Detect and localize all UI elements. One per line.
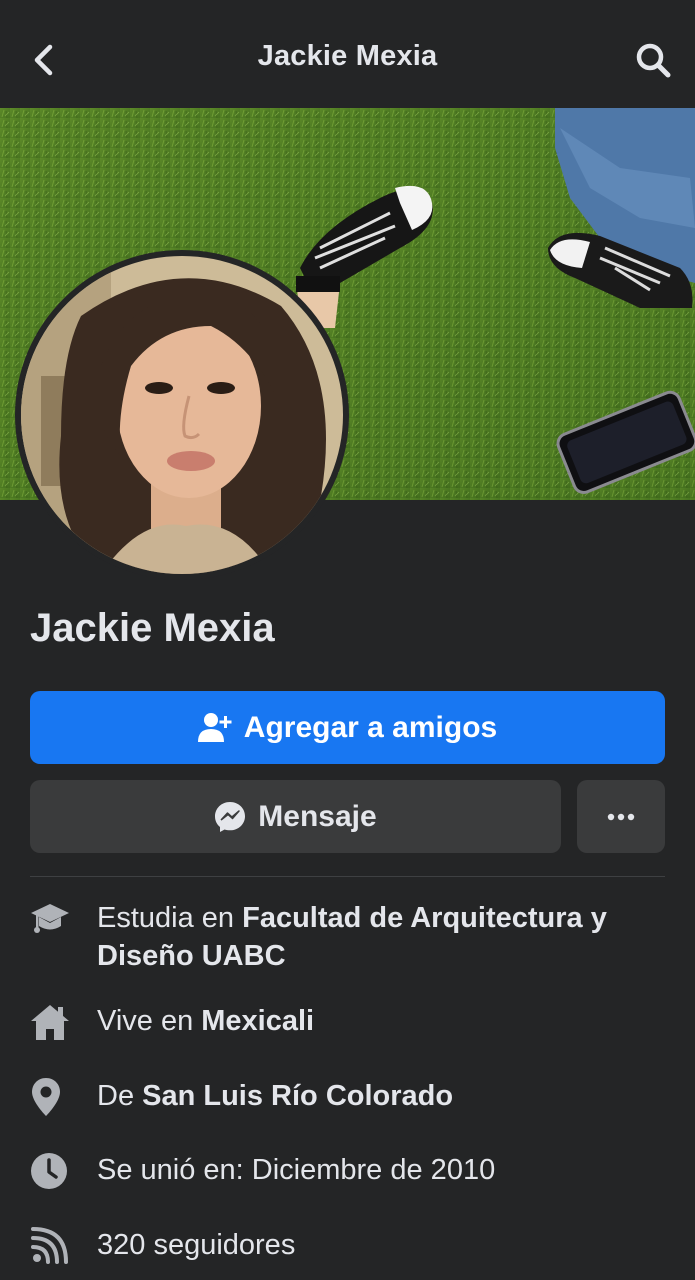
message-button[interactable]: Mensaje [30, 780, 561, 853]
add-friend-icon [197, 712, 232, 742]
add-friend-button[interactable]: Agregar a amigos [30, 691, 665, 764]
graduation-cap-icon [31, 904, 69, 933]
residence-link[interactable]: Mexicali [201, 1005, 314, 1037]
detail-followers[interactable]: 320 seguidores [30, 1226, 670, 1266]
more-options-button[interactable] [577, 780, 665, 853]
more-horizontal-icon [607, 813, 635, 820]
followers-text: 320 seguidores [97, 1229, 296, 1261]
search-icon [636, 43, 671, 78]
messenger-icon [215, 801, 246, 832]
profile-name: Jackie Mexia [30, 606, 275, 650]
add-friend-label: Agregar a amigos [243, 710, 498, 744]
divider [30, 876, 665, 877]
joined-text: Se unió en: Diciembre de 2010 [97, 1154, 496, 1186]
followers-icon [31, 1227, 68, 1264]
detail-residence: Vive en Mexicali [30, 1002, 670, 1042]
search-button[interactable] [629, 36, 677, 84]
hometown-text: De San Luis Río Colorado [97, 1080, 454, 1112]
detail-hometown: De San Luis Río Colorado [30, 1077, 670, 1117]
detail-joined: Se unió en: Diciembre de 2010 [30, 1151, 670, 1191]
hometown-link[interactable]: San Luis Río Colorado [142, 1080, 453, 1112]
home-icon [31, 1005, 69, 1040]
page-title: Jackie Mexia [257, 40, 438, 72]
profile-picture-frame [15, 250, 349, 580]
residence-text: Vive en Mexicali [97, 1005, 315, 1037]
education-text: Estudia en Facultad de Arquitectura y Di… [97, 902, 607, 972]
clock-icon [31, 1153, 67, 1189]
message-label: Mensaje [258, 799, 377, 833]
detail-education: Estudia en Facultad de Arquitectura y Di… [30, 899, 670, 975]
avatar[interactable] [21, 256, 343, 574]
top-bar: Jackie Mexia [0, 0, 695, 108]
location-pin-icon [32, 1078, 60, 1116]
